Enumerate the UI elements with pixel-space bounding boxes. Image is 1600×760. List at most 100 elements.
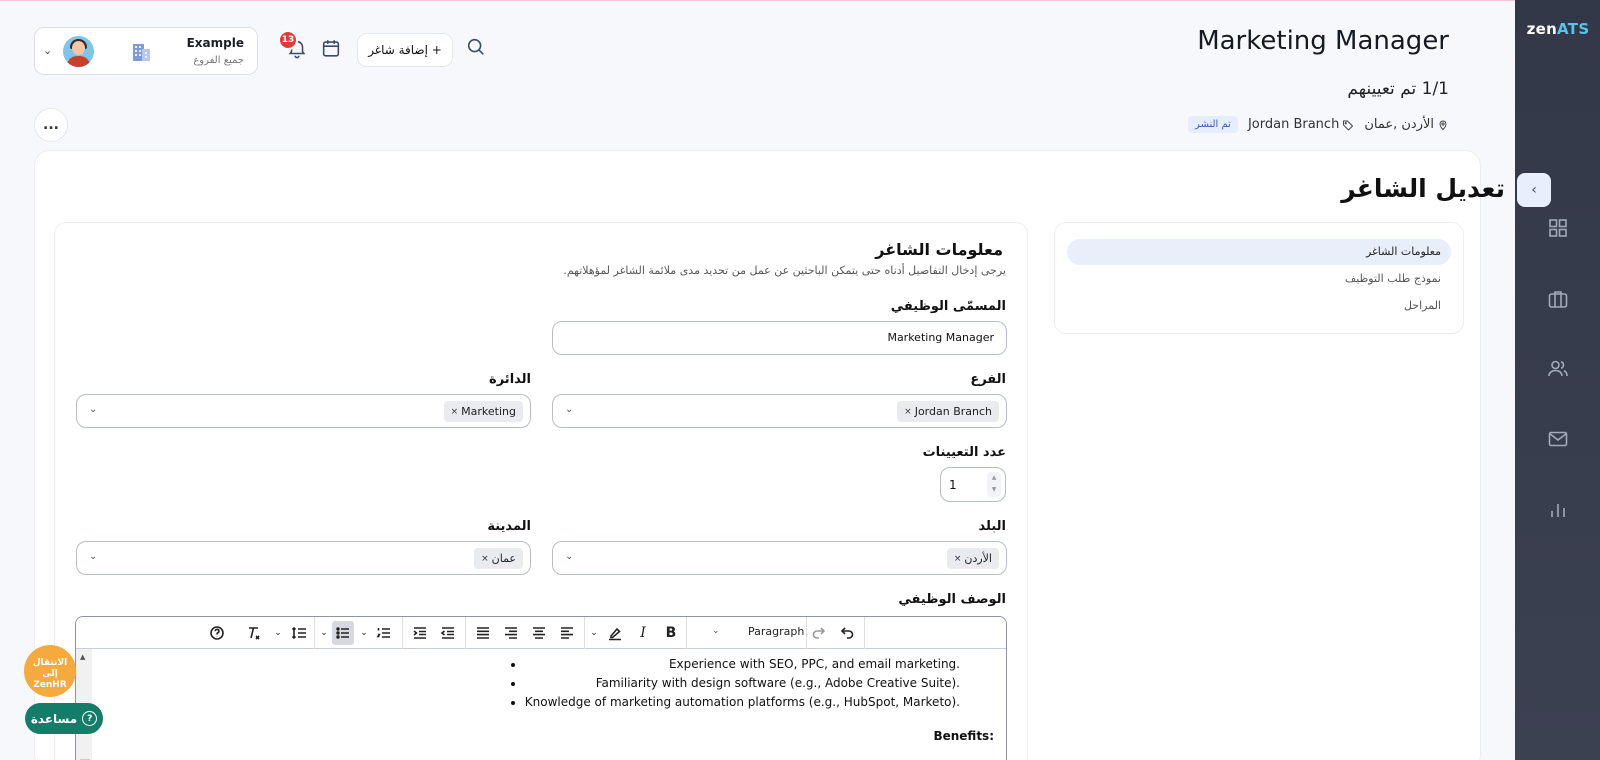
chevron-down-icon[interactable]: ⌄ (565, 404, 573, 415)
branch-select[interactable]: × Jordan Branch ⌄ (552, 394, 1007, 428)
briefcase-icon[interactable] (1546, 287, 1570, 311)
avatar (63, 36, 94, 67)
branch-meta: Jordan Branch (1248, 117, 1354, 132)
align-justify-icon[interactable] (472, 621, 494, 645)
user-branch-switcher[interactable]: ⌄ Example جميع الفروع (34, 27, 258, 75)
city-tag-label: عمان (491, 552, 516, 565)
country-tag-label: الأردن (964, 552, 992, 565)
stepper-arrows-icon[interactable]: ▲ ▼ (987, 472, 1001, 497)
building-icon (129, 41, 153, 63)
undo-icon[interactable] (836, 621, 858, 645)
requirements-list: Experience with SEO, PPC, and email mark… (525, 655, 994, 712)
bold-button[interactable]: B (660, 621, 682, 645)
job-title-value: Marketing Manager (887, 331, 994, 344)
zenats-logo[interactable]: zenATS (1524, 20, 1592, 38)
calendar-icon[interactable] (320, 37, 344, 61)
chevron-down-icon[interactable]: ⌄ (712, 626, 720, 636)
chevron-down-icon[interactable]: ⌄ (89, 551, 97, 562)
chevron-down-icon[interactable]: ⌄ (316, 621, 332, 645)
list-item: Knowledge of marketing automation platfo… (525, 693, 960, 712)
redo-icon[interactable] (808, 621, 830, 645)
list-item: Experience with SEO, PPC, and email mark… (525, 655, 960, 674)
location-meta: الأردن ,عمان (1364, 117, 1449, 132)
indent-icon[interactable] (409, 621, 431, 645)
chevron-down-icon[interactable]: ⌄ (356, 621, 372, 645)
numbered-list-icon[interactable] (373, 621, 395, 645)
menu-item-application-form[interactable]: نموذج طلب التوظيف (1067, 266, 1451, 292)
job-title-input[interactable]: Marketing Manager (552, 321, 1007, 355)
country-select[interactable]: × الأردن ⌄ (552, 541, 1007, 575)
list-item: Familiarity with design software (e.g., … (525, 674, 960, 693)
job-title-label: المسمّى الوظيفي (890, 299, 1006, 314)
question-icon: ? (82, 711, 98, 726)
branch-text: Jordan Branch (1247, 117, 1340, 132)
description-label: الوصف الوظيفي (898, 592, 1006, 607)
country-tag[interactable]: × الأردن (946, 548, 999, 569)
logo-ats: ATS (1557, 20, 1590, 38)
align-left-icon[interactable] (556, 621, 578, 645)
top-accent-line (0, 0, 1515, 1)
chevron-down-icon[interactable]: ⌄ (89, 404, 97, 415)
city-select[interactable]: × عمان ⌄ (76, 541, 531, 575)
chevron-down-icon: ⌄ (43, 44, 53, 57)
paragraph-style-select[interactable]: Paragraph (748, 625, 804, 638)
menu-item-stages[interactable]: المراحل (1067, 293, 1451, 319)
department-tag[interactable]: × Marketing (443, 401, 523, 422)
toolbar-separator (584, 617, 585, 649)
toolbar-separator (864, 617, 865, 649)
user-branch-scope: جميع الفروع (193, 55, 244, 66)
align-center-icon[interactable] (528, 621, 550, 645)
remove-tag-icon[interactable]: × (904, 407, 912, 417)
dashboard-icon[interactable] (1546, 216, 1570, 240)
back-chevron-icon[interactable]: ‹ (1517, 173, 1551, 207)
section-description: يرجى إدخال التفاصيل أدناه حتى يتمكن البا… (563, 264, 1006, 277)
help-button[interactable]: ? مساعدة (25, 703, 103, 734)
chevron-down-icon[interactable]: ⌄ (586, 621, 602, 645)
branch-tag[interactable]: × Jordan Branch (897, 401, 999, 422)
department-select[interactable]: × Marketing ⌄ (76, 394, 531, 428)
location-text: الأردن ,عمان (1364, 117, 1434, 132)
bullet-list-icon[interactable] (332, 621, 354, 645)
mail-icon[interactable] (1546, 427, 1570, 451)
go-to-zenhr-button[interactable]: الانتقال إلى ZenHR (24, 645, 76, 697)
location-pin-icon (1439, 120, 1447, 130)
city-tag[interactable]: × عمان (474, 548, 523, 569)
chevron-down-icon[interactable]: ⌄ (565, 551, 573, 562)
add-vacancy-button[interactable]: + إضافة شاغر (357, 33, 453, 67)
country-label: البلد (978, 519, 1006, 534)
vacancy-meta: الأردن ,عمان Jordan Branch تم النشر (1188, 116, 1449, 133)
users-icon[interactable] (1546, 357, 1570, 381)
outdent-icon[interactable] (437, 621, 459, 645)
edit-vacancy-title: تعديل الشاغر (1341, 174, 1505, 203)
branch-tag-label: Jordan Branch (914, 405, 992, 418)
openings-stepper[interactable]: 1 ▲ ▼ (940, 467, 1006, 502)
search-icon[interactable] (465, 36, 489, 60)
clear-formatting-icon[interactable] (242, 621, 264, 645)
remove-tag-icon[interactable]: × (954, 554, 962, 564)
editor-content[interactable]: Experience with SEO, PPC, and email mark… (76, 649, 1006, 760)
notification-count-badge: 13 (278, 30, 298, 50)
help-circle-icon[interactable] (206, 621, 228, 645)
bar-chart-icon[interactable] (1546, 498, 1570, 522)
italic-button[interactable]: I (632, 621, 654, 645)
logo-zen: zen (1526, 20, 1558, 38)
scroll-up-arrow-icon[interactable]: ▲ (80, 653, 85, 661)
menu-item-vacancy-info[interactable]: معلومات الشاغر (1067, 239, 1451, 265)
openings-label: عدد التعيينات (922, 445, 1006, 460)
line-height-icon[interactable] (288, 621, 310, 645)
assigned-count: 1/1 تم تعيينهم (1347, 79, 1449, 99)
status-badge: تم النشر (1188, 116, 1238, 133)
job-description-editor[interactable]: ⌄ ⌄ ⌄ ⌄ I B ⌄ Paragraph Experience with … (75, 616, 1007, 760)
more-options-button[interactable]: ... (34, 108, 68, 142)
edit-section-menu: معلومات الشاغر نموذج طلب التوظيف المراحل (1054, 222, 1464, 334)
app-sidebar: zenATS (1515, 0, 1600, 760)
highlight-color-icon[interactable] (604, 621, 626, 645)
department-label: الدائرة (489, 372, 531, 387)
zenhr-button-line1: الانتقال إلى (32, 658, 68, 679)
remove-tag-icon[interactable]: × (481, 554, 489, 564)
editor-toolbar: ⌄ ⌄ ⌄ ⌄ I B ⌄ Paragraph (76, 617, 1006, 649)
toolbar-separator (402, 617, 403, 649)
chevron-down-icon[interactable]: ⌄ (270, 621, 286, 645)
remove-tag-icon[interactable]: × (451, 407, 459, 417)
align-right-icon[interactable] (500, 621, 522, 645)
